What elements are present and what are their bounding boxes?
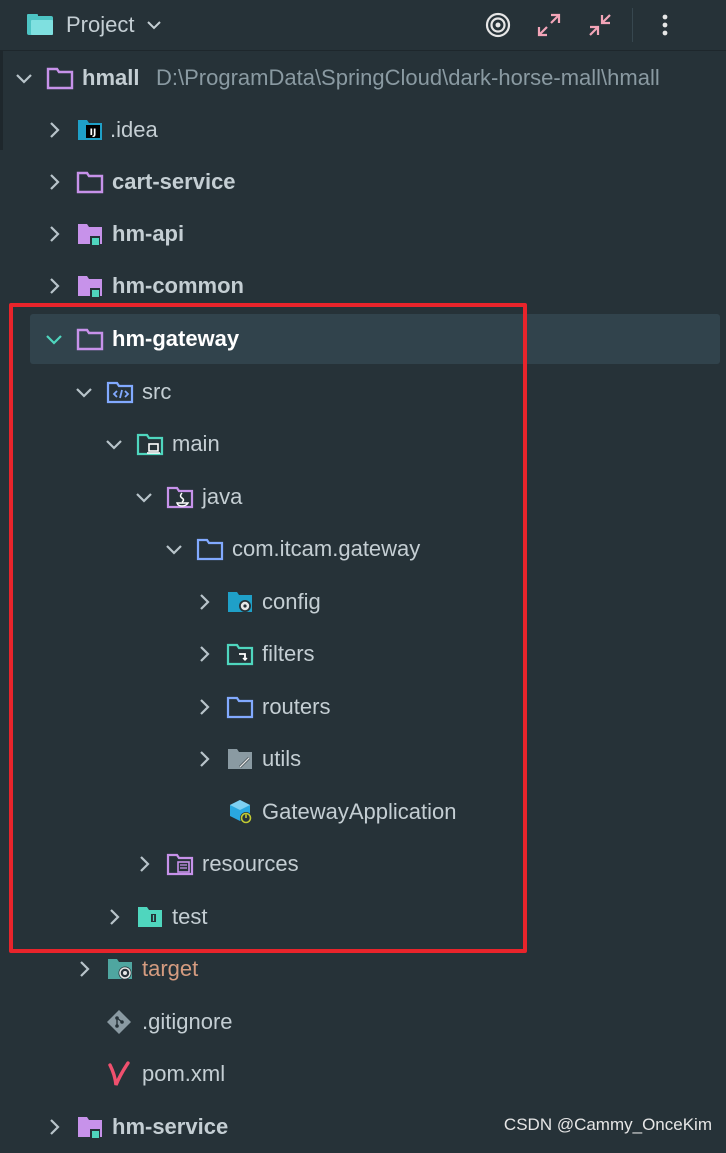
tree-row-target[interactable]: target (0, 943, 726, 995)
project-toolbar: Project (0, 0, 726, 51)
tree-label-utils: utils (262, 746, 302, 771)
chevron-right-icon[interactable] (192, 642, 216, 666)
target-icon[interactable] (483, 10, 513, 40)
chevron-down-icon[interactable] (12, 66, 36, 90)
tree-label-src: src (142, 379, 172, 404)
toolbar-separator (632, 8, 633, 42)
chevron-down-icon[interactable] (144, 15, 164, 35)
tree-row-gitignore[interactable]: .gitignore (0, 996, 726, 1048)
source-folder-icon (106, 381, 134, 404)
chevron-down-icon[interactable] (132, 485, 156, 509)
filters-folder-icon (226, 643, 254, 666)
tree-label-idea: .idea (110, 117, 158, 142)
toolbar-title: Project (66, 12, 135, 37)
tree-label-hm-gateway: hm-gateway (112, 326, 240, 351)
chevron-right-icon[interactable] (192, 590, 216, 614)
tree-row-hmall[interactable]: hmall D:\ProgramData\SpringCloud\dark-ho… (0, 52, 726, 104)
package-folder-icon (196, 538, 224, 561)
chevron-right-icon[interactable] (42, 170, 66, 194)
java-folder-icon (166, 486, 194, 509)
chevron-right-icon[interactable] (132, 852, 156, 876)
chevron-down-icon[interactable] (162, 537, 186, 561)
tree-row-gateway-application[interactable]: GatewayApplication (0, 786, 726, 838)
chevron-down-icon[interactable] (72, 380, 96, 404)
module-folder-icon (78, 276, 102, 298)
chevron-right-icon[interactable] (102, 905, 126, 929)
tree-row-idea[interactable]: IJ .idea (0, 104, 726, 156)
collapse-icon[interactable] (585, 10, 615, 40)
tree-label-cart-service: cart-service (112, 169, 236, 194)
chevron-right-icon[interactable] (72, 957, 96, 981)
tree-label-java: java (202, 484, 243, 509)
tree-row-test[interactable]: test (0, 891, 726, 943)
tree-label-resources: resources (202, 851, 299, 876)
spring-boot-class-icon (230, 800, 252, 824)
tree-row-routers[interactable]: routers (0, 681, 726, 733)
more-icon[interactable] (650, 10, 680, 40)
resources-folder-icon (166, 853, 194, 876)
tree-row-resources[interactable]: resources (0, 838, 726, 890)
tree-label-gitignore: .gitignore (142, 1009, 233, 1034)
module-folder-icon (78, 224, 102, 246)
chevron-down-icon[interactable] (102, 432, 126, 456)
tree-label-hm-common: hm-common (112, 273, 244, 298)
tree-row-filters[interactable]: filters (0, 628, 726, 680)
project-view-selector[interactable]: Project (26, 8, 164, 42)
tree-label-pom: pom.xml (142, 1061, 226, 1086)
tree-row-hm-common[interactable]: hm-common (0, 260, 726, 312)
chevron-right-icon[interactable] (42, 222, 66, 246)
chevron-right-icon[interactable] (192, 747, 216, 771)
config-folder-icon (228, 592, 252, 612)
tree-row-hm-api[interactable]: hm-api (0, 208, 726, 260)
tree-label-target: target (142, 956, 199, 981)
tree-label-gateway-application: GatewayApplication (262, 799, 457, 824)
tree-row-java[interactable]: java (0, 471, 726, 523)
chevron-down-icon[interactable] (42, 327, 66, 351)
tree-label-main: main (172, 431, 220, 456)
tree-row-config[interactable]: config (0, 576, 726, 628)
tree-row-pom[interactable]: pom.xml (0, 1048, 726, 1100)
tree-row-main[interactable]: main (0, 418, 726, 470)
target-folder-icon (108, 959, 132, 980)
main-folder-icon (136, 433, 164, 456)
tree-label-hm-service: hm-service (112, 1114, 229, 1139)
svg-text:IJ: IJ (90, 128, 97, 138)
tree-label-filters: filters (262, 641, 315, 666)
module-folder-icon (78, 1117, 102, 1139)
routers-folder-icon (226, 696, 254, 719)
tree-row-package[interactable]: com.itcam.gateway (0, 523, 726, 575)
test-folder-icon (138, 907, 162, 927)
module-folder-icon (76, 171, 104, 194)
csdn-watermark: CSDN @Cammy_OnceKim (503, 1115, 712, 1134)
chevron-right-icon[interactable] (42, 274, 66, 298)
module-folder-icon (46, 67, 74, 90)
utils-folder-icon (228, 749, 252, 769)
git-file-icon (107, 1010, 131, 1034)
tree-row-utils[interactable]: utils (0, 733, 726, 785)
module-folder-icon (76, 328, 104, 351)
idea-folder-icon: IJ (78, 120, 102, 140)
tree-row-hm-gateway[interactable]: hm-gateway (0, 313, 726, 365)
maven-file-icon (108, 1061, 130, 1086)
expand-icon[interactable] (534, 10, 564, 40)
tree-row-cart-service[interactable]: cart-service (0, 156, 726, 208)
tree-row-src[interactable]: src (0, 366, 726, 418)
tree-label-routers: routers (262, 694, 331, 719)
tree-label-config: config (262, 589, 321, 614)
chevron-right-icon[interactable] (42, 1115, 66, 1139)
chevron-right-icon[interactable] (42, 118, 66, 142)
tree-label-package: com.itcam.gateway (232, 536, 421, 561)
tree-root-path: D:\ProgramData\SpringCloud\dark-horse-ma… (156, 65, 660, 90)
chevron-right-icon[interactable] (192, 695, 216, 719)
tree-label-hm-api: hm-api (112, 221, 185, 246)
folder-icon (27, 14, 53, 35)
tree-label-hmall: hmall (82, 65, 140, 90)
tree-label-test: test (172, 904, 208, 929)
